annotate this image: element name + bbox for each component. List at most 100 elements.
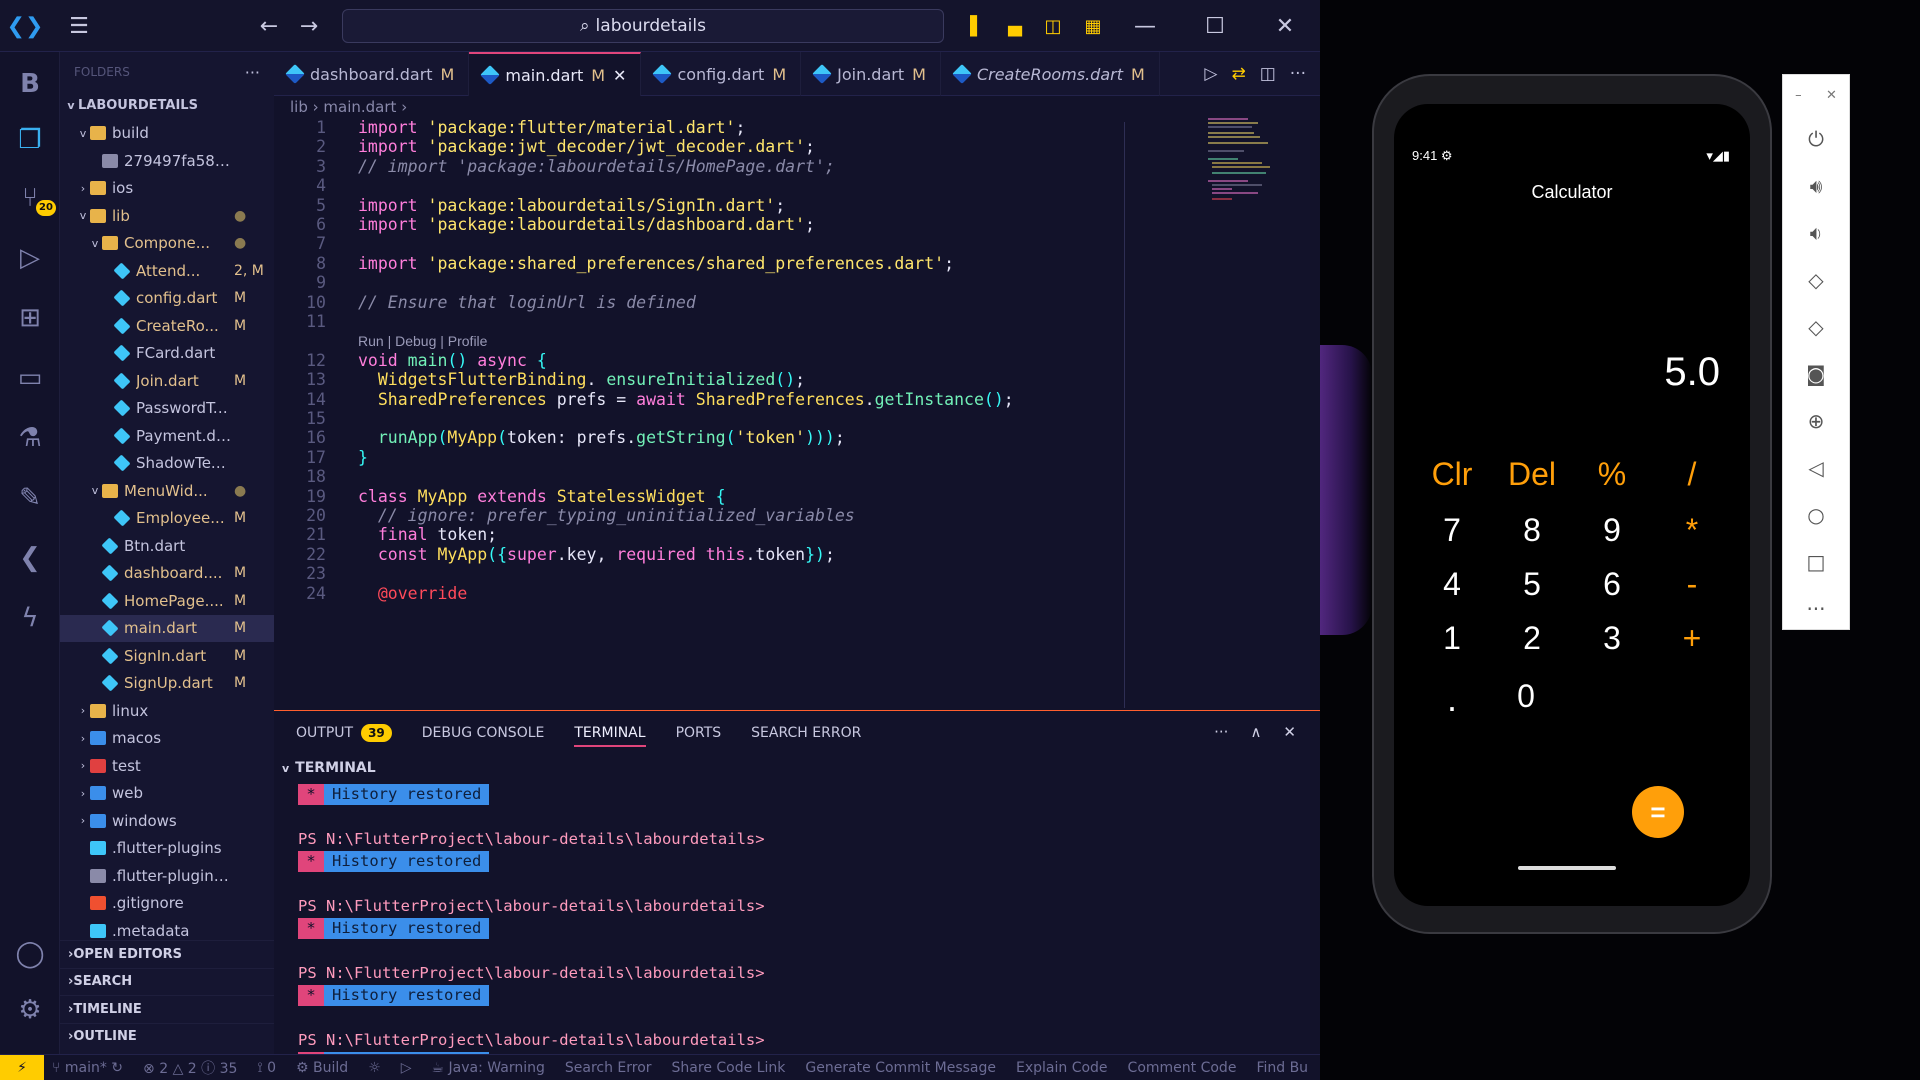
tree-item[interactable]: config.dart M	[60, 285, 274, 313]
close-window-icon[interactable]: ✕	[1268, 10, 1302, 42]
close-icon[interactable]: ✕	[1826, 88, 1837, 103]
tree-item[interactable]: › web	[60, 780, 274, 808]
tab-createrooms[interactable]: CreateRooms.dart M	[941, 52, 1160, 96]
equals-button[interactable]: =	[1632, 786, 1684, 838]
tree-item[interactable]: main.dart M	[60, 614, 274, 642]
toggle-panel-icon[interactable]: ▄	[998, 10, 1032, 42]
ports-count[interactable]: ⟟ 0	[257, 1060, 276, 1076]
sidebar-section-open-editors[interactable]: › OPEN EDITORS	[60, 940, 274, 968]
close-tab-icon[interactable]: ✕	[613, 66, 626, 85]
toggle-secondary-sidebar-icon[interactable]: ◫	[1036, 10, 1070, 42]
screenshot-camera-icon[interactable]: ◙	[1783, 350, 1849, 397]
tree-item[interactable]: .flutter-plugins	[60, 835, 274, 863]
tree-item[interactable]: Btn.dart	[60, 532, 274, 560]
calc-key[interactable]: 8	[1492, 512, 1572, 549]
pen-tool-icon[interactable]: ✎	[8, 476, 52, 520]
tree-item[interactable]: › linux	[60, 697, 274, 725]
tree-item[interactable]: .flutter-plugins-de...	[60, 862, 274, 890]
tree-item[interactable]: › test	[60, 752, 274, 780]
status-item[interactable]: Find Bu	[1256, 1060, 1308, 1076]
more-icon[interactable]: ···	[1783, 585, 1849, 632]
tab-main[interactable]: main.dart M ✕	[469, 52, 642, 96]
calc-key[interactable]: 9	[1572, 512, 1652, 549]
java-status[interactable]: ☕ Java: Warning	[432, 1060, 545, 1076]
status-item[interactable]: Comment Code	[1128, 1060, 1237, 1076]
run-debug-icon[interactable]: ▷	[8, 236, 52, 280]
tree-item[interactable]: PasswordText.d...	[60, 395, 274, 423]
volume-down-icon[interactable]: 🔉︎	[1783, 209, 1849, 256]
run-icon[interactable]: ▷	[1204, 64, 1217, 84]
tree-item[interactable]: › windows	[60, 807, 274, 835]
tree-item[interactable]: Attend... 2, M	[60, 257, 274, 285]
menu-icon[interactable]: ☰	[62, 10, 96, 42]
tree-item[interactable]: Join.dart M	[60, 367, 274, 395]
tree-item[interactable]: SignUp.dart M	[60, 670, 274, 698]
tree-item[interactable]: › ios	[60, 175, 274, 203]
lightning-icon[interactable]: ϟ	[8, 596, 52, 640]
tree-item[interactable]: v build	[60, 120, 274, 148]
home-icon[interactable]: ○	[1783, 491, 1849, 538]
calc-key[interactable]: -	[1652, 566, 1732, 603]
calc-key[interactable]: 0	[1486, 678, 1566, 720]
flutter-icon[interactable]: ❮	[8, 536, 52, 580]
compare-changes-icon[interactable]: ⇄	[1231, 64, 1245, 84]
calc-key[interactable]: 6	[1572, 566, 1652, 603]
panel-tab-ports[interactable]: PORTS	[676, 711, 722, 755]
tree-item[interactable]: dashboard.... M	[60, 560, 274, 588]
rotate-right-icon[interactable]: ◇	[1783, 303, 1849, 350]
back-icon[interactable]: ◁	[1783, 444, 1849, 491]
git-branch[interactable]: ⑂ main* ↻	[52, 1060, 123, 1076]
explorer-icon[interactable]: ❐	[8, 118, 52, 162]
home-indicator[interactable]	[1518, 866, 1616, 870]
forward-arrow-icon[interactable]: →	[292, 10, 326, 42]
status-item[interactable]: Share Code Link	[672, 1060, 786, 1076]
problems-count[interactable]: ⊗ 2 △ 2 ⓘ 35	[143, 1058, 237, 1078]
more-actions-icon[interactable]: ···	[1214, 723, 1228, 741]
testing-icon[interactable]: ⚗	[8, 416, 52, 460]
calc-key[interactable]: 4	[1412, 566, 1492, 603]
calc-key[interactable]: 7	[1412, 512, 1492, 549]
minimap[interactable]	[1208, 118, 1282, 208]
source-control-icon[interactable]: ⑂ 20	[8, 176, 56, 220]
back-arrow-icon[interactable]: ←	[252, 10, 286, 42]
workspace-root[interactable]: v LABOURDETAILS	[60, 92, 274, 120]
calc-key[interactable]: +	[1652, 620, 1732, 657]
calc-key[interactable]: *	[1652, 512, 1732, 549]
calc-key[interactable]: Clr	[1412, 456, 1492, 493]
panel-tab-search-error[interactable]: SEARCH ERROR	[751, 711, 861, 755]
overview-icon[interactable]: □	[1783, 538, 1849, 585]
more-actions-icon[interactable]: ···	[1290, 64, 1306, 84]
tab-config[interactable]: config.dart M	[641, 52, 802, 96]
split-editor-icon[interactable]: ◫	[1260, 64, 1276, 84]
run-icon[interactable]: ▷	[401, 1060, 412, 1076]
panel-tab-debug-console[interactable]: DEBUG CONSOLE	[422, 711, 545, 755]
close-panel-icon[interactable]: ✕	[1283, 723, 1296, 741]
customize-layout-icon[interactable]: ▦	[1076, 10, 1110, 42]
remote-explorer-icon[interactable]: ▭	[8, 356, 52, 400]
zoom-icon[interactable]: ⊕	[1783, 397, 1849, 444]
account-icon[interactable]: ◯	[8, 932, 52, 976]
sidebar-section-search[interactable]: › SEARCH	[60, 967, 274, 996]
codelens[interactable]: Run | Debug | Profile	[358, 333, 487, 349]
tree-item[interactable]: HomePage.... M	[60, 587, 274, 615]
status-item[interactable]: Explain Code	[1016, 1060, 1108, 1076]
debug-icon[interactable]: ☼	[368, 1060, 381, 1076]
calc-key[interactable]: Del	[1492, 456, 1572, 493]
phone-screen[interactable]: 9:41 ⚙ ▾◢▮ Calculator 5.0 Clr Del%/7 8 9 * 4 5…	[1394, 104, 1750, 906]
tree-item[interactable]: v lib ●	[60, 202, 274, 230]
volume-up-icon[interactable]: 🔊︎	[1783, 162, 1849, 209]
tree-item[interactable]: Payment.dart	[60, 422, 274, 450]
tree-item[interactable]: SignIn.dart M	[60, 642, 274, 670]
sidebar-section-outline[interactable]: › OUTLINE	[60, 1022, 274, 1051]
calc-key[interactable]: 5	[1492, 566, 1572, 603]
calc-key[interactable]: 1	[1412, 620, 1492, 657]
calc-key[interactable]: %	[1572, 456, 1652, 493]
calc-key[interactable]: 3	[1572, 620, 1652, 657]
toggle-sidebar-icon[interactable]: ▌	[960, 10, 994, 42]
more-actions-icon[interactable]: ···	[245, 63, 260, 82]
tree-item[interactable]: › macos	[60, 725, 274, 753]
power-icon[interactable]: ⏻	[1783, 115, 1849, 162]
tree-item[interactable]: CreateRo... M	[60, 312, 274, 340]
tree-item[interactable]: 279497fa5855e...	[60, 147, 274, 175]
code-editor[interactable]: 1 import 'package:flutter/material.dart';…	[274, 118, 1320, 710]
